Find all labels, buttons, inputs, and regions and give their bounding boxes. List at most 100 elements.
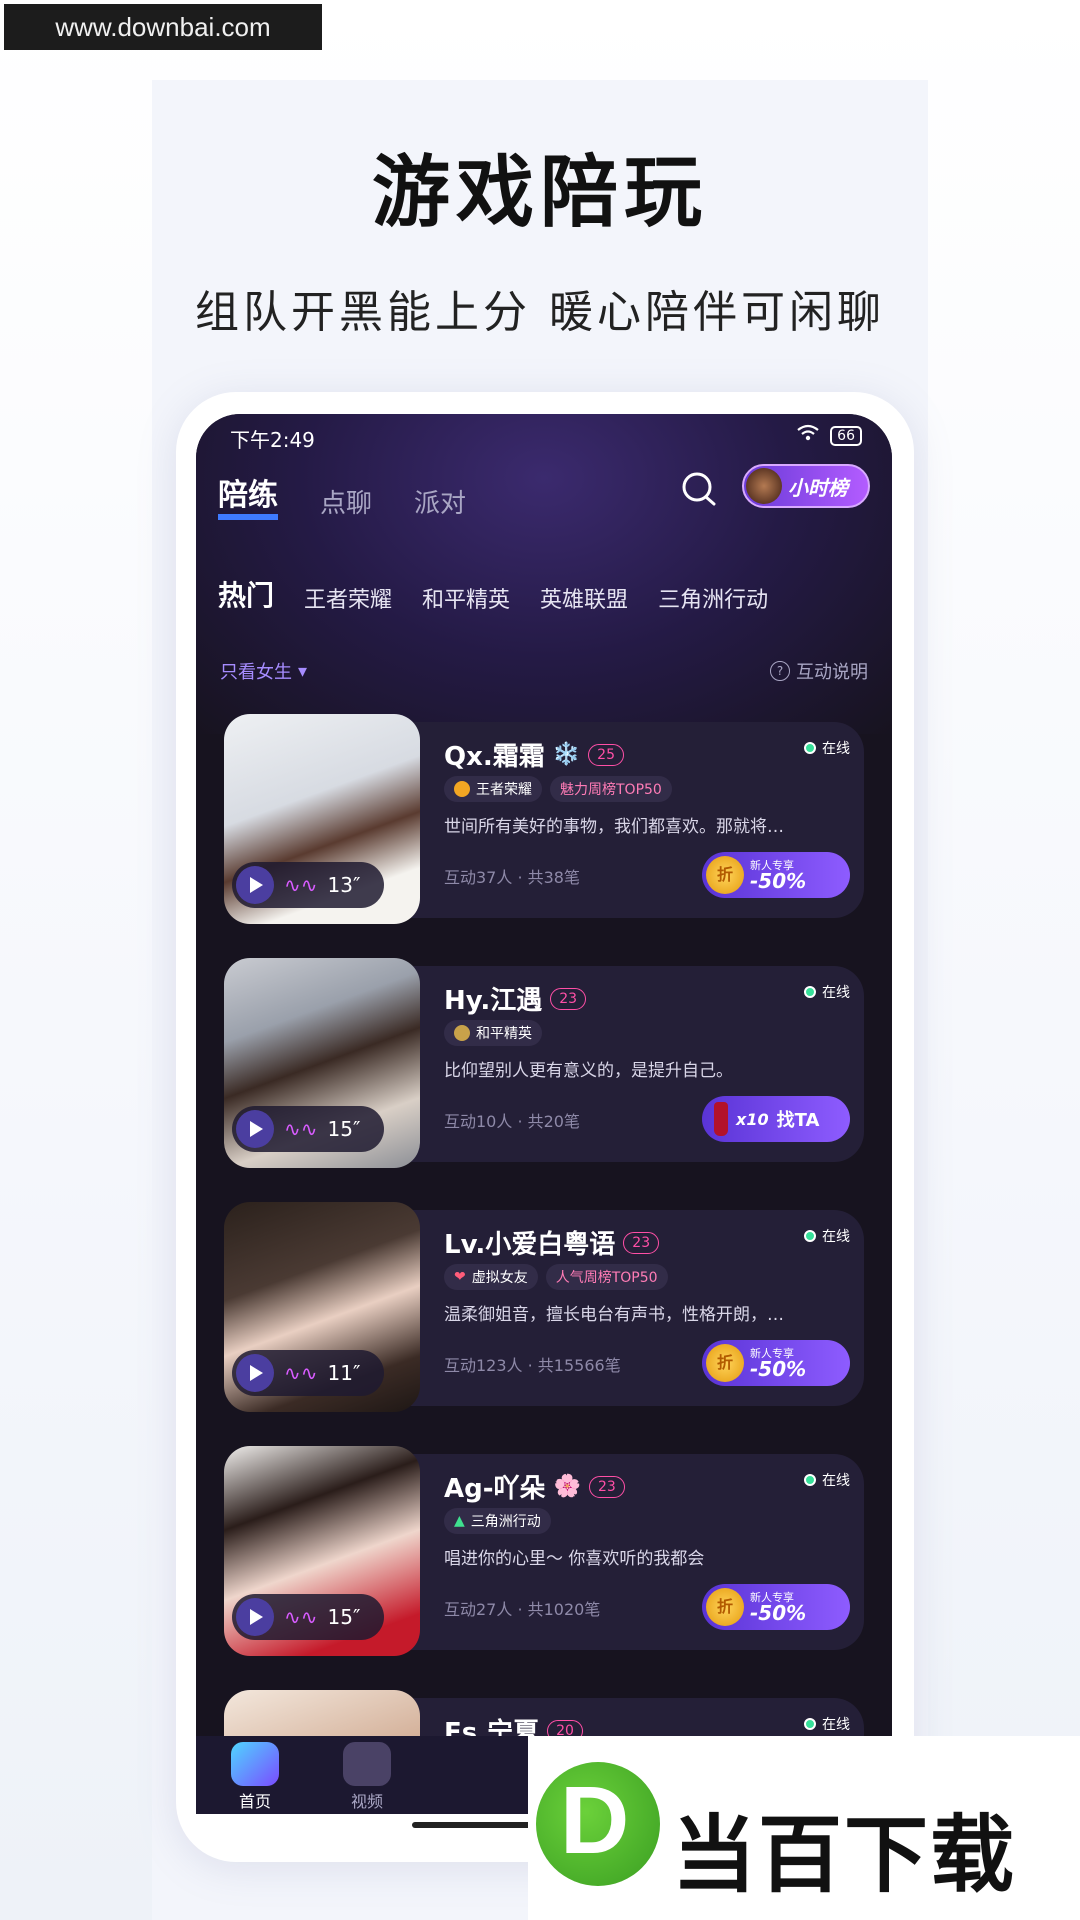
status-time: 下午2:49: [230, 428, 315, 452]
rank-tag: 魅力周榜TOP50: [550, 776, 672, 802]
play-icon[interactable]: [236, 866, 274, 904]
watermark-url: www.downbai.com: [4, 4, 322, 50]
tag-list: 和平精英: [444, 1020, 542, 1046]
promo-discount: -50%: [750, 1356, 807, 1381]
online-dot-icon: [804, 742, 816, 754]
watermark-logo-letter: D: [560, 1767, 630, 1874]
newbie-discount-button[interactable]: 折 新人专享 -50%: [702, 1340, 850, 1386]
chevron-down-icon: ▾: [298, 660, 308, 682]
online-dot-icon: [804, 1230, 816, 1242]
tab-peilian[interactable]: 陪练: [218, 470, 278, 520]
tag-label: 三角洲行动: [470, 1514, 541, 1530]
rank-tag: 人气周榜TOP50: [545, 1264, 668, 1290]
find-times: x10: [736, 1109, 769, 1129]
tab-dianliao[interactable]: 点聊: [320, 483, 372, 520]
online-label: 在线: [822, 741, 850, 757]
tag-list: ▲ 三角洲行动: [444, 1508, 551, 1534]
nav-video[interactable]: 视频: [322, 1742, 412, 1812]
category-tabs: 热门 王者荣耀 和平精英 英雄联盟 三角洲行动: [218, 574, 768, 614]
tag-label: 和平精英: [476, 1026, 532, 1042]
voice-intro[interactable]: ∿∿ 11″: [232, 1350, 384, 1396]
companion-name: Qx.霜霜: [444, 742, 545, 772]
category-wzry[interactable]: 王者荣耀: [304, 582, 392, 614]
top-tabs: 陪练 点聊 派对: [218, 470, 466, 520]
hourly-rank-button[interactable]: 小时榜: [742, 464, 870, 508]
game-tag: ▲ 三角洲行动: [444, 1508, 551, 1534]
online-status: 在线: [804, 982, 850, 1002]
tab-paidui[interactable]: 派对: [414, 483, 466, 520]
bottle-icon: [714, 1102, 728, 1136]
app-screen: 下午2:49 66 陪练 点聊 派对 小时榜 热门 王者荣耀 和平精英 英雄联盟…: [196, 414, 892, 1814]
category-hpjy[interactable]: 和平精英: [422, 582, 510, 614]
help-label: 互动说明: [796, 662, 868, 683]
companion-card[interactable]: ∿∿ 15″ Ag-吖朵 🌸 23 在线 ▲ 三角洲行动 唱进你的心里～ 你喜欢听…: [224, 1446, 864, 1656]
voice-intro[interactable]: ∿∿ 13″: [232, 862, 384, 908]
avatar-photo[interactable]: ∿∿ 15″: [224, 958, 420, 1168]
play-icon[interactable]: [236, 1598, 274, 1636]
snowflake-icon: ❄️: [552, 742, 581, 767]
newbie-discount-button[interactable]: 折 新人专享 -50%: [702, 1584, 850, 1630]
category-hot[interactable]: 热门: [218, 574, 274, 614]
online-status: 在线: [804, 1226, 850, 1246]
online-dot-icon: [804, 1474, 816, 1486]
companion-card[interactable]: ∿∿ 15″ Hy.江遇 23 在线 和平精英 比仰望别人更有意义的，是提升自己…: [224, 958, 864, 1168]
avatar-photo[interactable]: ∿∿ 11″: [224, 1202, 420, 1412]
companion-bio: 唱进你的心里～ 你喜欢听的我都会: [444, 1549, 705, 1569]
companion-stats: 互动37人 · 共38笔: [444, 868, 580, 887]
companion-name-row: Hy.江遇 23: [444, 980, 587, 1017]
waveform-icon: ∿∿: [284, 873, 318, 897]
promo-discount: -50%: [750, 868, 807, 893]
online-status: 在线: [804, 1714, 850, 1734]
companion-bio: 温柔御姐音，擅长电台有声书，性格开朗，…: [444, 1305, 784, 1325]
rank-avatar: [746, 468, 782, 504]
search-icon[interactable]: [678, 468, 720, 510]
companion-bio: 世间所有美好的事物，我们都喜欢。那就将…: [444, 817, 784, 837]
companion-stats: 互动123人 · 共15566笔: [444, 1356, 621, 1375]
tag-label: 王者荣耀: [476, 782, 532, 798]
interaction-help[interactable]: ? 互动说明: [770, 658, 868, 684]
avatar-photo[interactable]: ∿∿ 15″: [224, 1446, 420, 1656]
find-ta-button[interactable]: x10 找TA: [702, 1096, 850, 1142]
level-badge: 23: [550, 987, 587, 1010]
play-icon[interactable]: [236, 1354, 274, 1392]
companion-card[interactable]: ∿∿ 13″ Qx.霜霜 ❄️ 25 在线 王者荣耀 魅力周榜TOP50 世间所…: [224, 714, 864, 924]
voice-intro[interactable]: ∿∿ 15″: [232, 1106, 384, 1152]
voice-duration: 13″: [327, 873, 361, 897]
wifi-icon: [796, 424, 820, 447]
online-dot-icon: [804, 1718, 816, 1730]
tag-list: ❤ 虚拟女友 人气周榜TOP50: [444, 1264, 668, 1290]
page-subtitle: 组队开黑能上分 暖心陪伴可闲聊: [195, 287, 885, 338]
level-badge: 23: [588, 1475, 625, 1498]
game-tag: 王者荣耀: [444, 776, 542, 802]
newbie-discount-button[interactable]: 折 新人专享 -50%: [702, 852, 850, 898]
play-icon[interactable]: [236, 1110, 274, 1148]
category-lol[interactable]: 英雄联盟: [540, 582, 628, 614]
voice-intro[interactable]: ∿∿ 15″: [232, 1594, 384, 1640]
female-only-filter[interactable]: 只看女生 ▾: [220, 658, 307, 684]
game-tag: 和平精英: [444, 1020, 542, 1046]
companion-card[interactable]: ∿∿ 11″ Lv.小爱白粤语 23 在线 ❤ 虚拟女友 人气周榜TOP50 温柔…: [224, 1202, 864, 1412]
page-title: 游戏陪玩: [371, 148, 708, 238]
waveform-icon: ∿∿: [284, 1605, 318, 1629]
discount-coin-icon: 折: [706, 1588, 744, 1626]
companion-name: Ag-吖朵: [444, 1474, 546, 1504]
tag-label: 虚拟女友: [471, 1270, 528, 1286]
hpjy-icon: [454, 1025, 470, 1041]
nav-home-label: 首页: [238, 1792, 271, 1811]
nav-home[interactable]: 首页: [210, 1742, 300, 1812]
video-icon: [343, 1742, 391, 1786]
online-dot-icon: [804, 986, 816, 998]
avatar-photo[interactable]: ∿∿ 13″: [224, 714, 420, 924]
category-tag: ❤ 虚拟女友: [444, 1264, 538, 1290]
companion-stats: 互动27人 · 共1020笔: [444, 1600, 601, 1619]
companion-name: Hy.江遇: [444, 986, 543, 1016]
heart-icon: ❤: [454, 1269, 466, 1285]
filter-label: 只看女生: [220, 662, 292, 683]
question-icon: ?: [770, 661, 790, 681]
wzry-icon: [454, 781, 470, 797]
battery-icon: 66: [830, 425, 862, 446]
discount-coin-icon: 折: [706, 856, 744, 894]
category-sjz[interactable]: 三角洲行动: [658, 582, 768, 614]
online-label: 在线: [822, 1229, 850, 1245]
promo-discount: -50%: [750, 1600, 807, 1625]
